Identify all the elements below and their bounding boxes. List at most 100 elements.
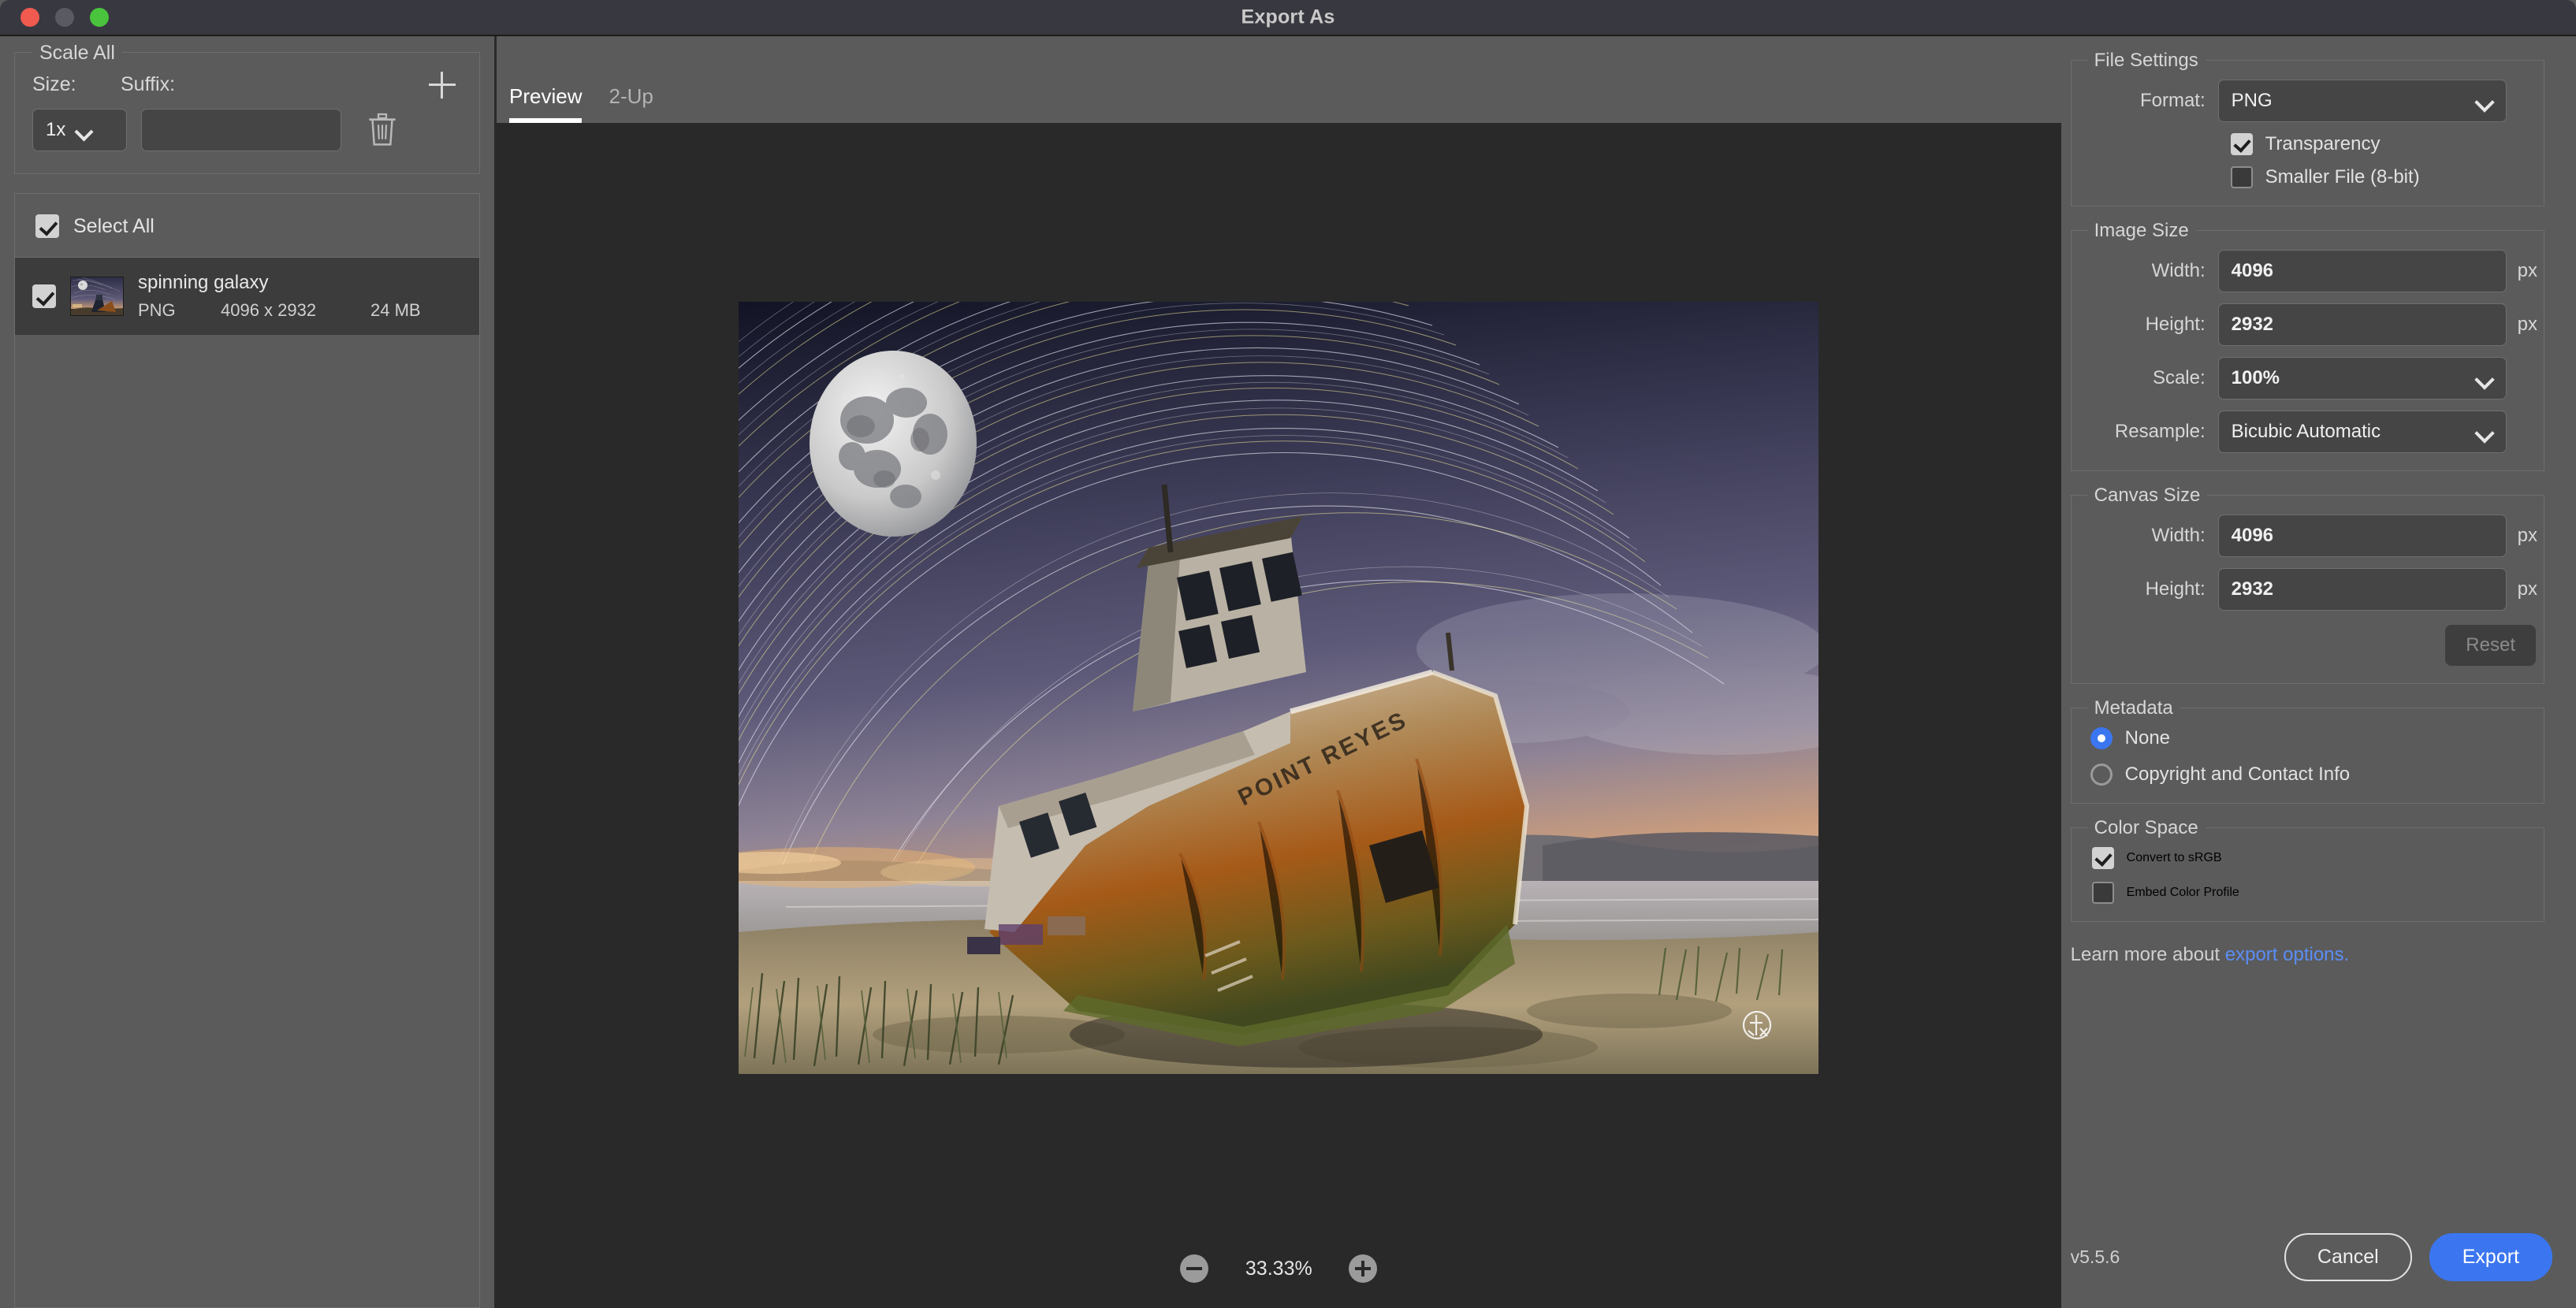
image-height-label: Height: — [2072, 314, 2218, 336]
file-meta: PNG 4096 x 2932 24 MB — [138, 300, 462, 321]
metadata-none-radio[interactable] — [2090, 727, 2113, 749]
plus-circle-icon[interactable] — [1349, 1254, 1377, 1283]
metadata-option-none[interactable]: None — [2072, 727, 2544, 749]
canvas-width-input[interactable]: 4096 — [2218, 515, 2507, 557]
reset-button[interactable]: Reset — [2445, 625, 2536, 666]
export-as-dialog: Export As Scale All Size: Suffix: 1x — [0, 0, 2576, 1308]
chevron-down-icon — [2476, 426, 2493, 437]
zoom-level: 33.33% — [1235, 1258, 1322, 1280]
convert-srgb-checkbox[interactable] — [2092, 847, 2114, 869]
file-settings-section: File Settings Format: PNG Transparency S… — [2071, 60, 2544, 206]
transparency-row[interactable]: Transparency — [2072, 133, 2544, 155]
size-label: Size: — [32, 73, 121, 96]
transparency-checkbox[interactable] — [2231, 133, 2253, 155]
cancel-button[interactable]: Cancel — [2284, 1233, 2412, 1281]
resample-select[interactable]: Bicubic Automatic — [2218, 411, 2507, 453]
dialog-buttons: Cancel Export — [2284, 1233, 2552, 1281]
canvas-width-label: Width: — [2072, 525, 2218, 547]
tab-preview[interactable]: Preview — [509, 84, 582, 123]
canvas-height-value: 2932 — [2232, 578, 2273, 600]
chevron-down-icon — [76, 125, 92, 135]
image-height-value: 2932 — [2232, 314, 2273, 336]
canvas-height-label: Height: — [2072, 578, 2218, 600]
resample-value: Bicubic Automatic — [2232, 421, 2381, 443]
canvas-height-input[interactable]: 2932 — [2218, 568, 2507, 611]
scale-all-section: Scale All Size: Suffix: 1x — [14, 52, 480, 174]
scale-all-labels: Size: Suffix: — [32, 73, 462, 96]
resample-label: Resample: — [2072, 421, 2218, 443]
canvas-width-unit: px — [2518, 525, 2537, 547]
embed-profile-row[interactable]: Embed Color Profile — [2072, 882, 2544, 904]
metadata-copyright-label: Copyright and Contact Info — [2125, 764, 2351, 786]
export-button[interactable]: Export — [2429, 1233, 2552, 1281]
image-size-section: Image Size Width: 4096 px Height: 2932 p… — [2071, 230, 2544, 471]
color-space-section: Color Space Convert to sRGB Embed Color … — [2071, 827, 2544, 922]
image-height-unit: px — [2518, 314, 2537, 336]
window-title: Export As — [0, 6, 2576, 29]
smaller-file-label: Smaller File (8-bit) — [2265, 166, 2420, 188]
image-scale-value: 100% — [2232, 367, 2280, 389]
file-dimensions: 4096 x 2932 — [221, 300, 370, 321]
canvas-width-row: Width: 4096 px — [2072, 515, 2544, 557]
embed-profile-checkbox[interactable] — [2092, 882, 2114, 904]
embed-profile-label: Embed Color Profile — [2127, 886, 2239, 900]
image-width-row: Width: 4096 px — [2072, 250, 2544, 292]
reset-row: Reset — [2072, 625, 2544, 666]
resample-row: Resample: Bicubic Automatic — [2072, 411, 2544, 453]
image-scale-select[interactable]: 100% — [2218, 357, 2507, 399]
format-select[interactable]: PNG — [2218, 80, 2507, 122]
size-select[interactable]: 1x — [32, 109, 127, 151]
format-select-value: PNG — [2232, 90, 2273, 112]
metadata-none-label: None — [2125, 727, 2170, 749]
file-settings-legend: File Settings — [2087, 50, 2206, 70]
left-panel: Scale All Size: Suffix: 1x — [0, 36, 497, 1308]
file-size: 24 MB — [370, 300, 421, 321]
file-thumbnail — [70, 277, 124, 316]
metadata-section: Metadata None Copyright and Contact Info — [2071, 708, 2544, 804]
plus-icon[interactable] — [429, 72, 456, 98]
image-height-input[interactable]: 2932 — [2218, 303, 2507, 346]
image-width-input[interactable]: 4096 — [2218, 250, 2507, 292]
canvas-size-section: Canvas Size Width: 4096 px Height: 2932 … — [2071, 495, 2544, 684]
trash-icon[interactable] — [367, 113, 398, 147]
scale-all-legend: Scale All — [32, 43, 122, 63]
file-list: Select All — [14, 193, 480, 1308]
select-all-label: Select All — [73, 215, 154, 238]
canvas-size-legend: Canvas Size — [2087, 485, 2208, 505]
preview-canvas[interactable]: POINT REYES — [497, 123, 2061, 1308]
file-item-checkbox[interactable] — [32, 284, 56, 308]
center-panel: Preview 2-Up — [497, 36, 2061, 1308]
learn-more-text: Learn more about export options. — [2071, 944, 2576, 966]
list-item[interactable]: spinning galaxy PNG 4096 x 2932 24 MB — [15, 258, 479, 335]
select-all-row[interactable]: Select All — [15, 194, 479, 258]
zoom-controls: 33.33% — [497, 1254, 2061, 1283]
scale-all-controls: 1x — [32, 109, 462, 151]
image-scale-label: Scale: — [2072, 367, 2218, 389]
window-titlebar: Export As — [0, 0, 2576, 36]
learn-more-prefix: Learn more about — [2071, 944, 2225, 965]
chevron-down-icon — [2476, 95, 2493, 106]
canvas-height-row: Height: 2932 px — [2072, 568, 2544, 611]
select-all-checkbox[interactable] — [35, 214, 59, 238]
minus-circle-icon[interactable] — [1180, 1254, 1208, 1283]
format-row: Format: PNG — [2072, 80, 2544, 122]
smaller-file-row[interactable]: Smaller File (8-bit) — [2072, 166, 2544, 188]
preview-image: POINT REYES — [739, 302, 1818, 1074]
smaller-file-checkbox[interactable] — [2231, 166, 2253, 188]
right-panel: File Settings Format: PNG Transparency S… — [2061, 36, 2576, 1308]
export-options-link[interactable]: export options. — [2225, 944, 2349, 965]
image-height-row: Height: 2932 px — [2072, 303, 2544, 346]
convert-srgb-row[interactable]: Convert to sRGB — [2072, 847, 2544, 869]
dialog-body: Scale All Size: Suffix: 1x — [0, 36, 2576, 1308]
preview-tabs: Preview 2-Up — [497, 36, 2061, 123]
suffix-label: Suffix: — [121, 73, 175, 96]
suffix-input[interactable] — [141, 109, 341, 151]
file-format: PNG — [138, 300, 221, 321]
file-name: spinning galaxy — [138, 272, 462, 294]
tab-2up[interactable]: 2-Up — [609, 84, 653, 123]
metadata-copyright-radio[interactable] — [2090, 764, 2113, 786]
metadata-option-copyright[interactable]: Copyright and Contact Info — [2072, 764, 2544, 786]
image-scale-row: Scale: 100% — [2072, 357, 2544, 399]
version-label: v5.5.6 — [2071, 1247, 2120, 1268]
right-panel-footer: v5.5.6 Cancel Export — [2061, 1233, 2576, 1308]
